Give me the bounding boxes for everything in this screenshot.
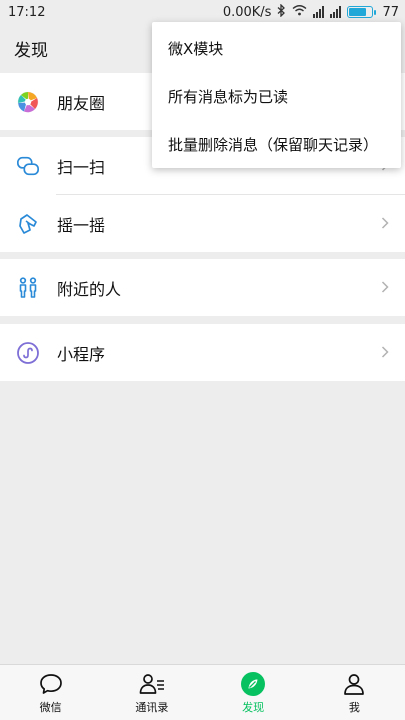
list-item-label: 扫一扫 [57,157,106,177]
signal-icon [313,6,325,18]
wifi-icon [292,4,307,20]
group-miniprogram: 小程序 [0,324,405,381]
bottom-tab-bar: 微信 通讯录 发现 我 [0,664,405,720]
chevron-right-icon [381,214,389,233]
shake-icon [16,212,40,236]
tab-label: 微信 [39,701,62,714]
bluetooth-icon [277,2,286,21]
moments-icon [16,90,40,114]
status-icons: 0.00K/s 77 [222,2,399,21]
list-item-label: 附近的人 [57,279,122,299]
miniprogram-icon [16,341,40,365]
menu-item-batch-delete[interactable]: 批量删除消息（保留聊天记录） [152,120,401,168]
page-title: 发现 [14,40,48,61]
status-time: 17:12 [8,4,46,20]
list-item-label: 朋友圈 [57,93,106,113]
net-speed: 0.00K/s [222,4,272,20]
group-nearby: 附近的人 [0,259,405,316]
tab-chats[interactable]: 微信 [0,665,101,720]
discover-icon [240,670,266,698]
me-icon [342,670,366,698]
overflow-menu: 微X模块 所有消息标为已读 批量删除消息（保留聊天记录） [152,22,401,168]
chevron-right-icon [381,343,389,362]
battery-icon [347,6,377,18]
status-bar: 17:12 0.00K/s 77 [0,0,405,24]
list-item-shake[interactable]: 摇一摇 [0,195,405,252]
chevron-right-icon [381,278,389,297]
list-item-nearby[interactable]: 附近的人 [0,259,405,316]
list-item-label: 摇一摇 [57,215,106,235]
tab-contacts[interactable]: 通讯录 [101,665,202,720]
tab-label: 通讯录 [135,701,169,714]
contacts-icon [138,670,166,698]
scan-icon [16,154,40,178]
menu-item-wx-module[interactable]: 微X模块 [152,24,401,72]
list-item-label: 小程序 [57,344,106,364]
tab-label: 我 [348,701,360,714]
list-item-miniprogram[interactable]: 小程序 [0,324,405,381]
nearby-icon [16,276,40,300]
chat-icon [38,670,64,698]
tab-label: 发现 [242,701,265,714]
tab-discover[interactable]: 发现 [203,665,304,720]
signal-icon-2 [330,6,342,18]
menu-item-mark-all-read[interactable]: 所有消息标为已读 [152,72,401,120]
battery-level: 77 [382,4,399,20]
tab-me[interactable]: 我 [304,665,405,720]
